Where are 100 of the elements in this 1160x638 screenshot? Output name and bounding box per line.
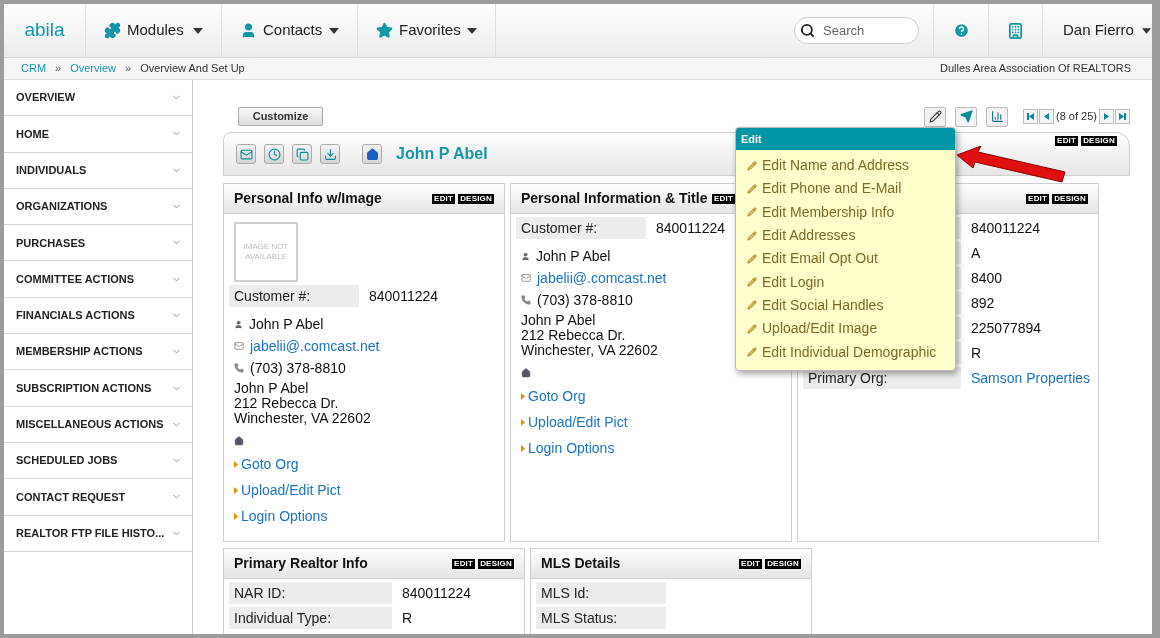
phone-icon — [234, 363, 244, 373]
building-icon — [1007, 21, 1024, 40]
caret-icon — [521, 419, 525, 426]
sidebar-item[interactable]: ORGANIZATIONS — [4, 188, 192, 226]
sidebar-item[interactable]: SUBSCRIPTION ACTIONS — [4, 370, 192, 407]
menu-title: Edit — [736, 128, 955, 150]
field-value: 8400 — [971, 268, 1003, 288]
pencil-icon — [747, 183, 757, 194]
sidebar-item[interactable]: SCHEDULED JOBS — [4, 442, 192, 480]
panel-tag[interactable]: DESIGN — [1052, 193, 1088, 204]
breadcrumb-current: Overview And Set Up — [140, 61, 245, 77]
user-menu[interactable]: Dan Fierro — [1042, 4, 1152, 57]
sidebar-item[interactable]: INDIVIDUALS — [4, 152, 192, 189]
phone-number: (703) 378-8810 — [537, 290, 633, 310]
panel-tag[interactable]: EDIT — [711, 193, 735, 204]
field-label: NAR ID: — [229, 582, 392, 604]
sidebar-item[interactable]: COMMITTEE ACTIONS — [4, 261, 192, 298]
sidebar-item[interactable]: MISCELLANEOUS ACTIONS — [4, 406, 192, 443]
caret-icon — [193, 27, 203, 34]
panel-tag[interactable]: EDIT — [739, 558, 763, 569]
star-icon — [376, 22, 393, 39]
menu-item[interactable]: Upload/Edit Image — [736, 317, 955, 341]
sidebar-item[interactable]: PURCHASES — [4, 225, 192, 262]
last-page-icon — [1118, 112, 1127, 121]
sidebar-item[interactable]: REALTOR FTP FILE HISTO... — [4, 515, 192, 552]
panel-tag[interactable]: EDIT — [452, 558, 476, 569]
next-page-button[interactable] — [1099, 109, 1114, 124]
field-value: 840011224 — [369, 286, 439, 306]
panel-tag[interactable]: DESIGN — [1081, 136, 1117, 146]
panel-tag[interactable]: DESIGN — [478, 558, 514, 569]
pencil-icon — [747, 160, 757, 171]
help-icon — [952, 22, 970, 39]
menu-item[interactable]: Edit Individual Demographic — [736, 340, 955, 364]
field-value: 840011224 — [971, 218, 1041, 238]
panel-tag[interactable]: EDIT — [1026, 193, 1050, 204]
person-icon — [240, 22, 257, 39]
menu-item[interactable]: Edit Phone and E-Mail — [736, 177, 955, 201]
breadcrumb-separator: » — [55, 61, 62, 77]
address: John P Abel 212 Rebecca Dr. Winchester, VA 22602 — [521, 313, 658, 358]
last-page-button[interactable] — [1115, 109, 1130, 124]
home-icon — [365, 147, 379, 161]
pencil-icon — [747, 207, 757, 218]
customize-button[interactable]: Customize — [238, 107, 323, 126]
action-button[interactable] — [236, 144, 256, 164]
organization-name: Dulles Area Association Of REALTORS — [940, 61, 1132, 77]
action-button[interactable] — [264, 144, 284, 164]
action-link[interactable]: Upload/Edit Pict — [241, 480, 341, 501]
first-page-button[interactable] — [1023, 109, 1039, 124]
envelope-icon — [239, 147, 253, 161]
panel-tag[interactable]: EDIT — [1055, 136, 1079, 146]
panel-title: Personal Info w/Image — [234, 189, 382, 208]
sidebar-item[interactable]: OVERVIEW — [4, 80, 192, 117]
menu-item[interactable]: Edit Email Opt Out — [736, 247, 955, 271]
sidebar-item[interactable]: FINANCIALS ACTIONS — [4, 297, 192, 335]
email-link[interactable]: jabelii@.comcast.net — [250, 335, 380, 357]
previous-page-button[interactable] — [1039, 109, 1055, 124]
pencil-icon — [747, 230, 757, 241]
contact-name: John P Abel — [536, 246, 611, 266]
menu-item[interactable]: Edit Login — [736, 270, 955, 294]
pencil-icon — [928, 110, 942, 123]
panel-tag[interactable]: DESIGN — [765, 558, 801, 569]
action-link[interactable]: Goto Org — [241, 454, 299, 475]
caret-icon — [329, 27, 339, 34]
field-link[interactable]: Samson Properties — [971, 367, 1091, 389]
field-value: R — [971, 343, 982, 363]
field-label: Customer #: — [516, 217, 646, 239]
home-button[interactable] — [362, 144, 382, 164]
edit-button[interactable] — [924, 106, 947, 127]
record-name: John P Abel — [396, 144, 488, 164]
action-link[interactable]: Login Options — [528, 438, 615, 459]
pencil-icon — [747, 347, 757, 357]
sidebar-item[interactable]: MEMBERSHIP ACTIONS — [4, 334, 192, 371]
previous-page-icon — [1042, 112, 1052, 121]
menu-item[interactable]: Edit Social Handles — [736, 293, 955, 318]
envelope-icon — [234, 341, 244, 351]
nav-menu[interactable]: Contacts — [222, 4, 358, 57]
caret-icon — [521, 393, 525, 400]
send-button[interactable] — [955, 106, 978, 127]
sidebar-item[interactable]: HOME — [4, 116, 192, 153]
panel-tag[interactable]: DESIGN — [458, 193, 494, 204]
field-value: 225077894 — [971, 318, 1042, 338]
panel-tag[interactable]: EDIT — [432, 193, 456, 204]
search-field[interactable]: Search — [794, 17, 919, 44]
field-label: MLS Status: — [536, 607, 666, 629]
menu-item[interactable]: Edit Name and Address — [736, 154, 955, 178]
phone-number: (703) 378-8810 — [250, 358, 346, 378]
nav-menu[interactable]: Modules — [86, 4, 222, 57]
action-button[interactable] — [320, 144, 340, 164]
menu-item[interactable]: Edit Addresses — [736, 223, 955, 248]
action-button[interactable] — [292, 144, 312, 164]
action-link[interactable]: Goto Org — [528, 386, 586, 407]
action-link[interactable]: Upload/Edit Pict — [528, 412, 628, 433]
contact-name: John P Abel — [249, 314, 324, 334]
nav-menu[interactable]: Favorites — [358, 4, 496, 57]
report-button[interactable] — [986, 106, 1009, 127]
email-link[interactable]: jabelii@.comcast.net — [537, 267, 667, 289]
puzzle-icon — [104, 22, 121, 39]
action-link[interactable]: Login Options — [241, 506, 328, 527]
menu-item[interactable]: Edit Membership Info — [736, 200, 955, 224]
sidebar-item[interactable]: CONTACT REQUEST — [4, 479, 192, 516]
